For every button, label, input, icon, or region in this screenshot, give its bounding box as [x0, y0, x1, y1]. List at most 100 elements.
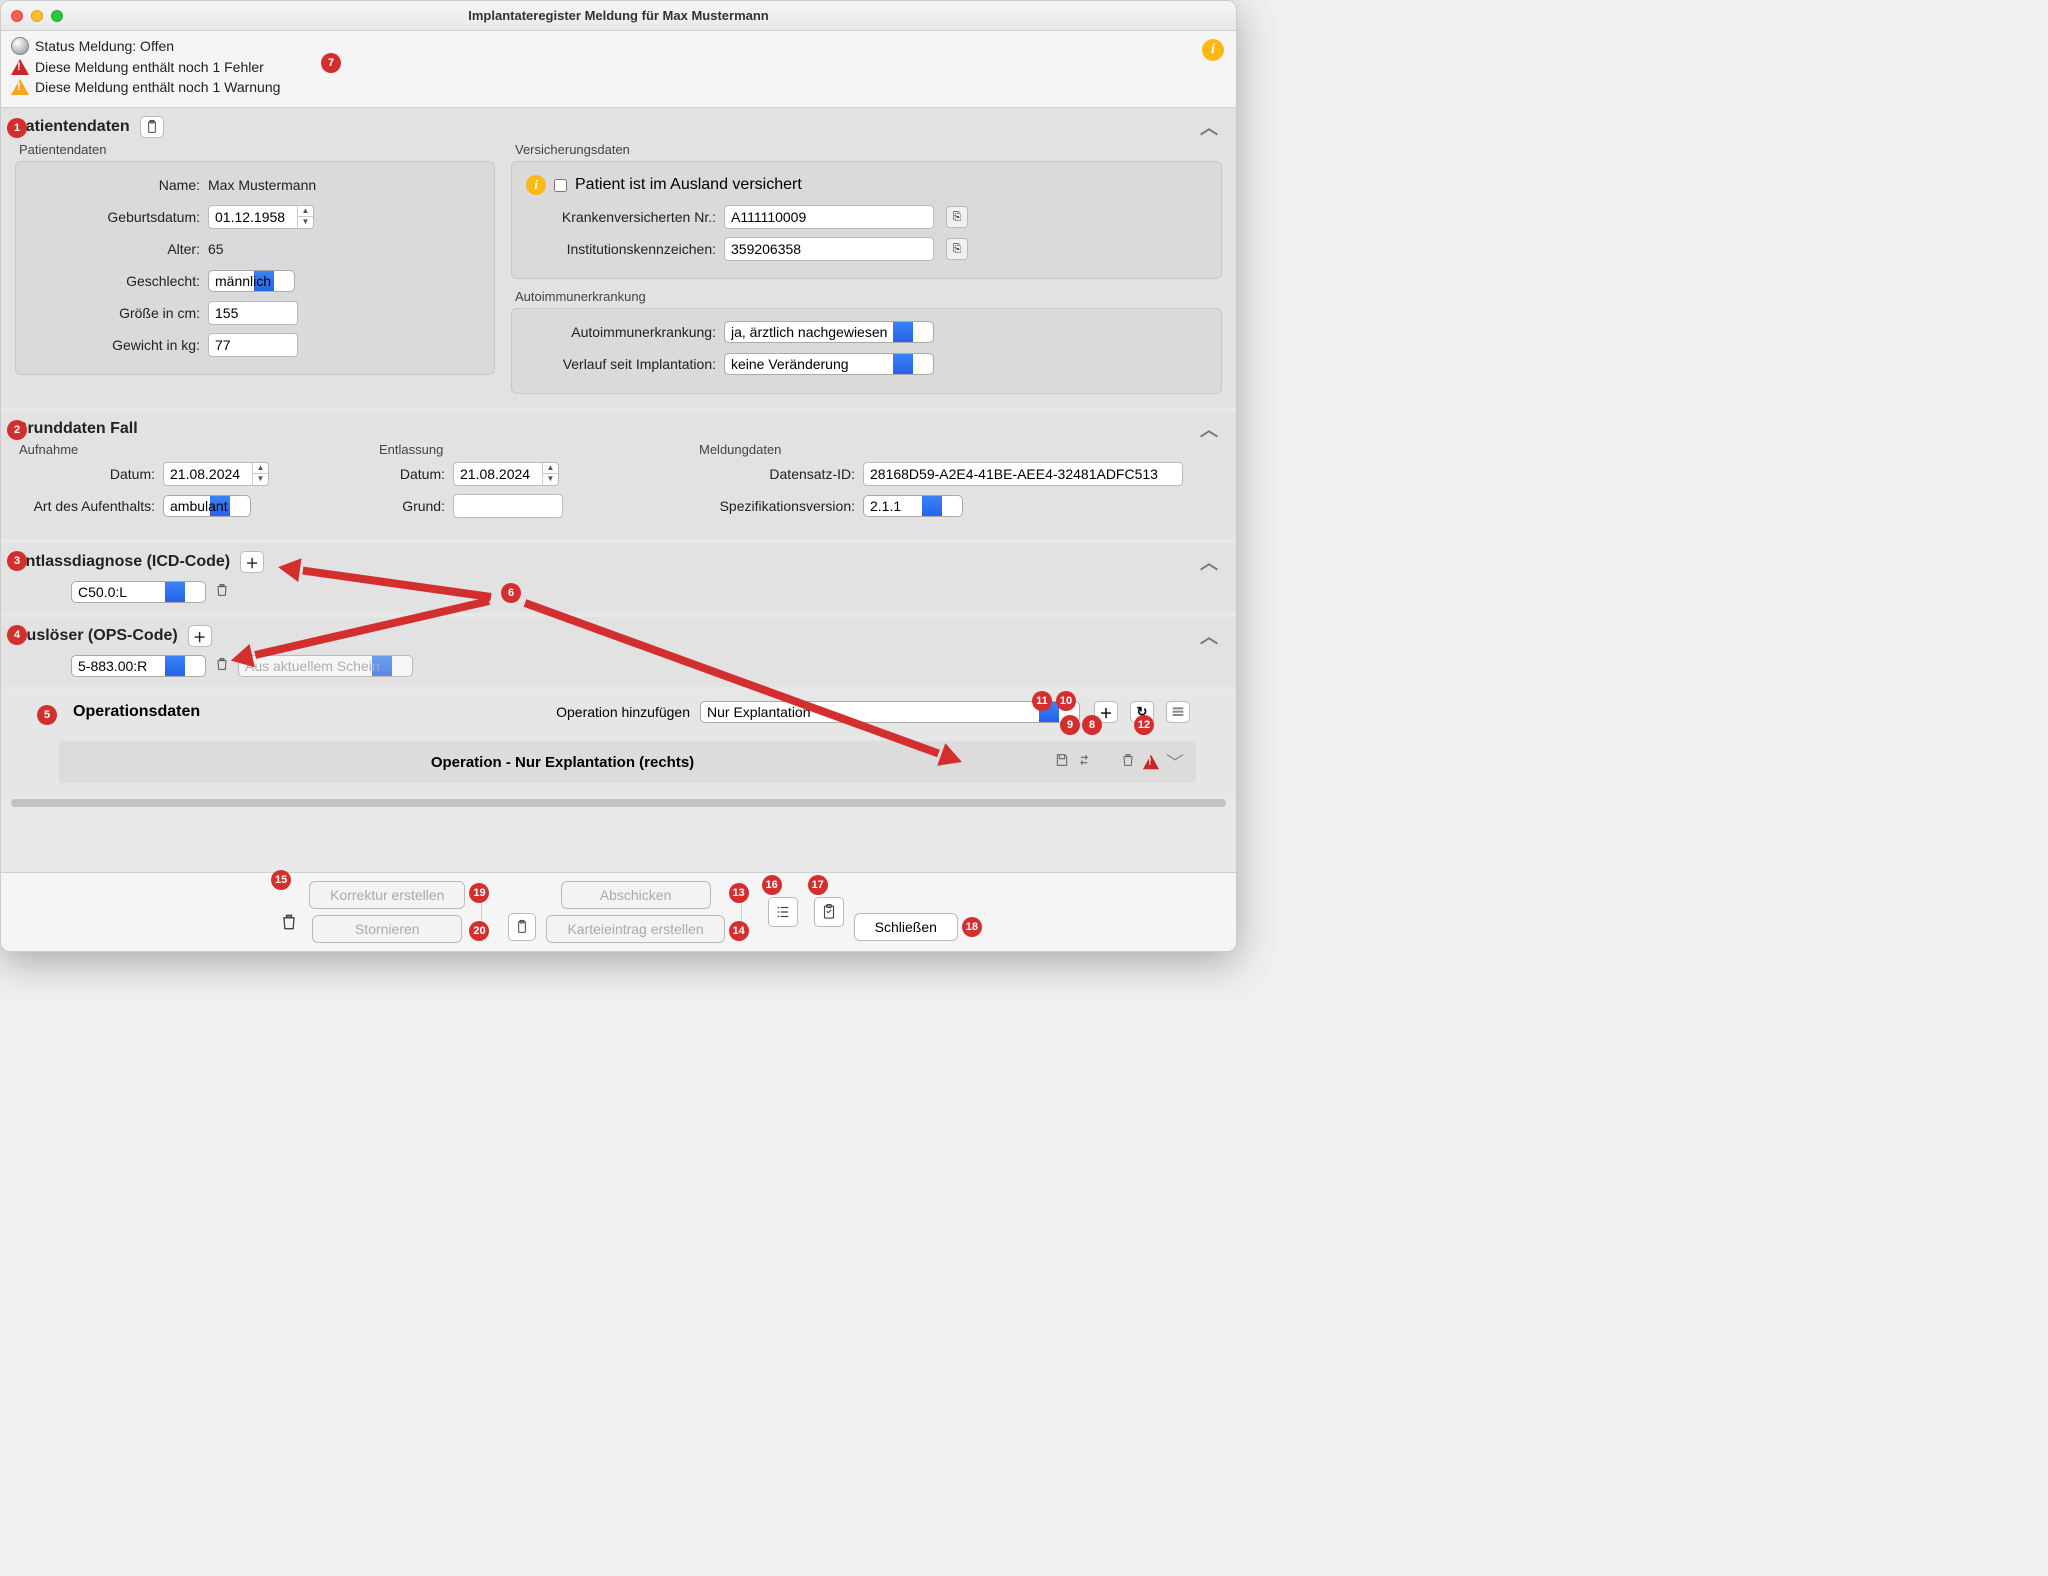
- add-op-select[interactable]: Nur Explantation: [700, 701, 1080, 723]
- label-stay: Art des Aufenthalts:: [15, 498, 155, 514]
- warning-icon: [11, 79, 29, 95]
- group-title: Versicherungsdaten: [511, 142, 1222, 157]
- operation-item: Operation - Nur Explantation (rechts) ﹀ …: [59, 741, 1196, 783]
- trash-icon[interactable]: [1120, 752, 1136, 773]
- label-auto: Autoimmunerkrankung:: [526, 324, 716, 340]
- sex-select[interactable]: männlich: [208, 270, 295, 292]
- annotation-3: 3: [7, 551, 27, 571]
- spec-select[interactable]: 2.1.1: [863, 495, 963, 517]
- abroad-checkbox[interactable]: [554, 179, 567, 192]
- add-op-label: Operation hinzufügen: [556, 704, 690, 720]
- label-adm-date: Datum:: [15, 466, 155, 482]
- annotation-10: 10: [1056, 691, 1076, 711]
- reason-field[interactable]: [453, 494, 563, 518]
- dsid-field[interactable]: [863, 462, 1183, 486]
- fetch-kv-button[interactable]: ⎘: [946, 206, 968, 228]
- op-item-title: Operation - Nur Explantation (rechts): [71, 754, 1054, 771]
- status-indicator-icon: [11, 37, 29, 55]
- step-down[interactable]: ▼: [543, 474, 558, 485]
- error-icon: [1143, 755, 1159, 769]
- height-field[interactable]: [208, 301, 298, 325]
- auto-select[interactable]: ja, ärztlich nachgewiesen: [724, 321, 934, 343]
- warning-text: Diese Meldung enthält noch 1 Warnung: [35, 79, 280, 95]
- annotation-12: 12: [1134, 715, 1154, 735]
- delete-all-button[interactable]: [279, 912, 299, 938]
- label-dis-date: Datum:: [375, 466, 445, 482]
- dis-date-input[interactable]: [454, 463, 542, 485]
- status-bar: i Status Meldung: Offen Diese Meldung en…: [1, 31, 1236, 108]
- abschicken-button: Abschicken: [561, 881, 711, 909]
- fetch-ik-button[interactable]: ⎘: [946, 238, 968, 260]
- ik-field[interactable]: [724, 237, 934, 261]
- chevron-up-icon[interactable]: ︿: [1200, 623, 1218, 649]
- ops-code-select[interactable]: 5-883.00:R: [71, 655, 206, 677]
- step-up[interactable]: ▲: [298, 206, 313, 217]
- adm-date-input[interactable]: [164, 463, 252, 485]
- group-title: Entlassung: [375, 442, 655, 457]
- label-dsid: Datensatz-ID:: [695, 466, 855, 482]
- adm-date-field[interactable]: ▲▼: [163, 462, 269, 486]
- abroad-label: Patient ist im Ausland versichert: [575, 176, 802, 194]
- info-icon[interactable]: i: [526, 175, 546, 195]
- info-icon[interactable]: i: [1202, 39, 1224, 61]
- dob-field[interactable]: ▲▼: [208, 205, 314, 229]
- section-title: Patientendaten: [15, 118, 130, 136]
- close-button[interactable]: Schließen: [854, 913, 958, 941]
- annotation-20: 20: [469, 921, 489, 941]
- course-select[interactable]: keine Veränderung: [724, 353, 934, 375]
- dob-input[interactable]: [209, 206, 297, 228]
- group-title: Autoimmunerkrankung: [511, 289, 1222, 304]
- annotation-13: 13: [729, 883, 749, 903]
- schein-select: Aus aktuellem Schein: [238, 655, 413, 677]
- swap-icon[interactable]: [1076, 752, 1092, 773]
- step-up[interactable]: ▲: [543, 463, 558, 474]
- chevron-down-icon[interactable]: ﹀: [1166, 749, 1184, 775]
- annotation-4: 4: [7, 625, 27, 645]
- stay-select[interactable]: ambulant: [163, 495, 251, 517]
- label-kv: Krankenversicherten Nr.:: [526, 209, 716, 225]
- dis-date-field[interactable]: ▲▼: [453, 462, 559, 486]
- icd-code-select[interactable]: C50.0:L: [71, 581, 206, 603]
- label-weight: Gewicht in kg:: [30, 337, 200, 353]
- trash-icon[interactable]: [214, 656, 230, 677]
- chevron-up-icon[interactable]: ︿: [1200, 416, 1218, 442]
- group-title: Aufnahme: [15, 442, 335, 457]
- clipboard-icon: [144, 119, 160, 135]
- value-age: 65: [208, 241, 224, 257]
- annotation-9: 9: [1060, 715, 1080, 735]
- trash-icon[interactable]: [214, 582, 230, 603]
- kv-field[interactable]: [724, 205, 934, 229]
- chevron-up-icon[interactable]: ︿: [1200, 549, 1218, 575]
- label-dob: Geburtsdatum:: [30, 209, 200, 225]
- list-op-button[interactable]: [1166, 701, 1190, 723]
- section-operations: 5 Operationsdaten Operation hinzufügen N…: [1, 691, 1236, 797]
- section-title: Grunddaten Fall: [15, 420, 138, 438]
- add-icd-button[interactable]: ＋: [240, 551, 264, 573]
- chevron-up-icon[interactable]: ︿: [1200, 114, 1218, 140]
- annotation-15: 15: [271, 870, 291, 890]
- annotation-19: 19: [469, 883, 489, 903]
- footer-toolbar: 15 Korrektur erstellen Stornieren 19 20 …: [1, 872, 1236, 951]
- group-title: Meldungdaten: [695, 442, 1222, 457]
- weight-field[interactable]: [208, 333, 298, 357]
- clipboard-button[interactable]: [140, 116, 164, 138]
- label-height: Größe in cm:: [30, 305, 200, 321]
- scrollbar[interactable]: [9, 797, 1228, 809]
- group-title: Patientendaten: [15, 142, 495, 157]
- step-down[interactable]: ▼: [298, 217, 313, 228]
- annotation-1: 1: [7, 118, 27, 138]
- paste-button[interactable]: [814, 897, 844, 927]
- annotation-14: 14: [729, 921, 749, 941]
- clipboard-button[interactable]: [508, 913, 536, 941]
- step-down[interactable]: ▼: [253, 474, 268, 485]
- add-ops-button[interactable]: ＋: [188, 625, 212, 647]
- checklist-button[interactable]: [768, 897, 798, 927]
- status-text: Status Meldung: Offen: [35, 38, 174, 54]
- annotation-17: 17: [808, 875, 828, 895]
- step-up[interactable]: ▲: [253, 463, 268, 474]
- save-icon[interactable]: [1054, 752, 1070, 773]
- label-reason: Grund:: [375, 498, 445, 514]
- section-icd: 3 Entlassdiagnose (ICD-Code) ＋ ︿ C50.0:L…: [1, 543, 1236, 613]
- label-spec: Spezifikationsversion:: [695, 498, 855, 514]
- section-patientendaten: 1 Patientendaten ︿ Patientendaten Name:M…: [1, 108, 1236, 408]
